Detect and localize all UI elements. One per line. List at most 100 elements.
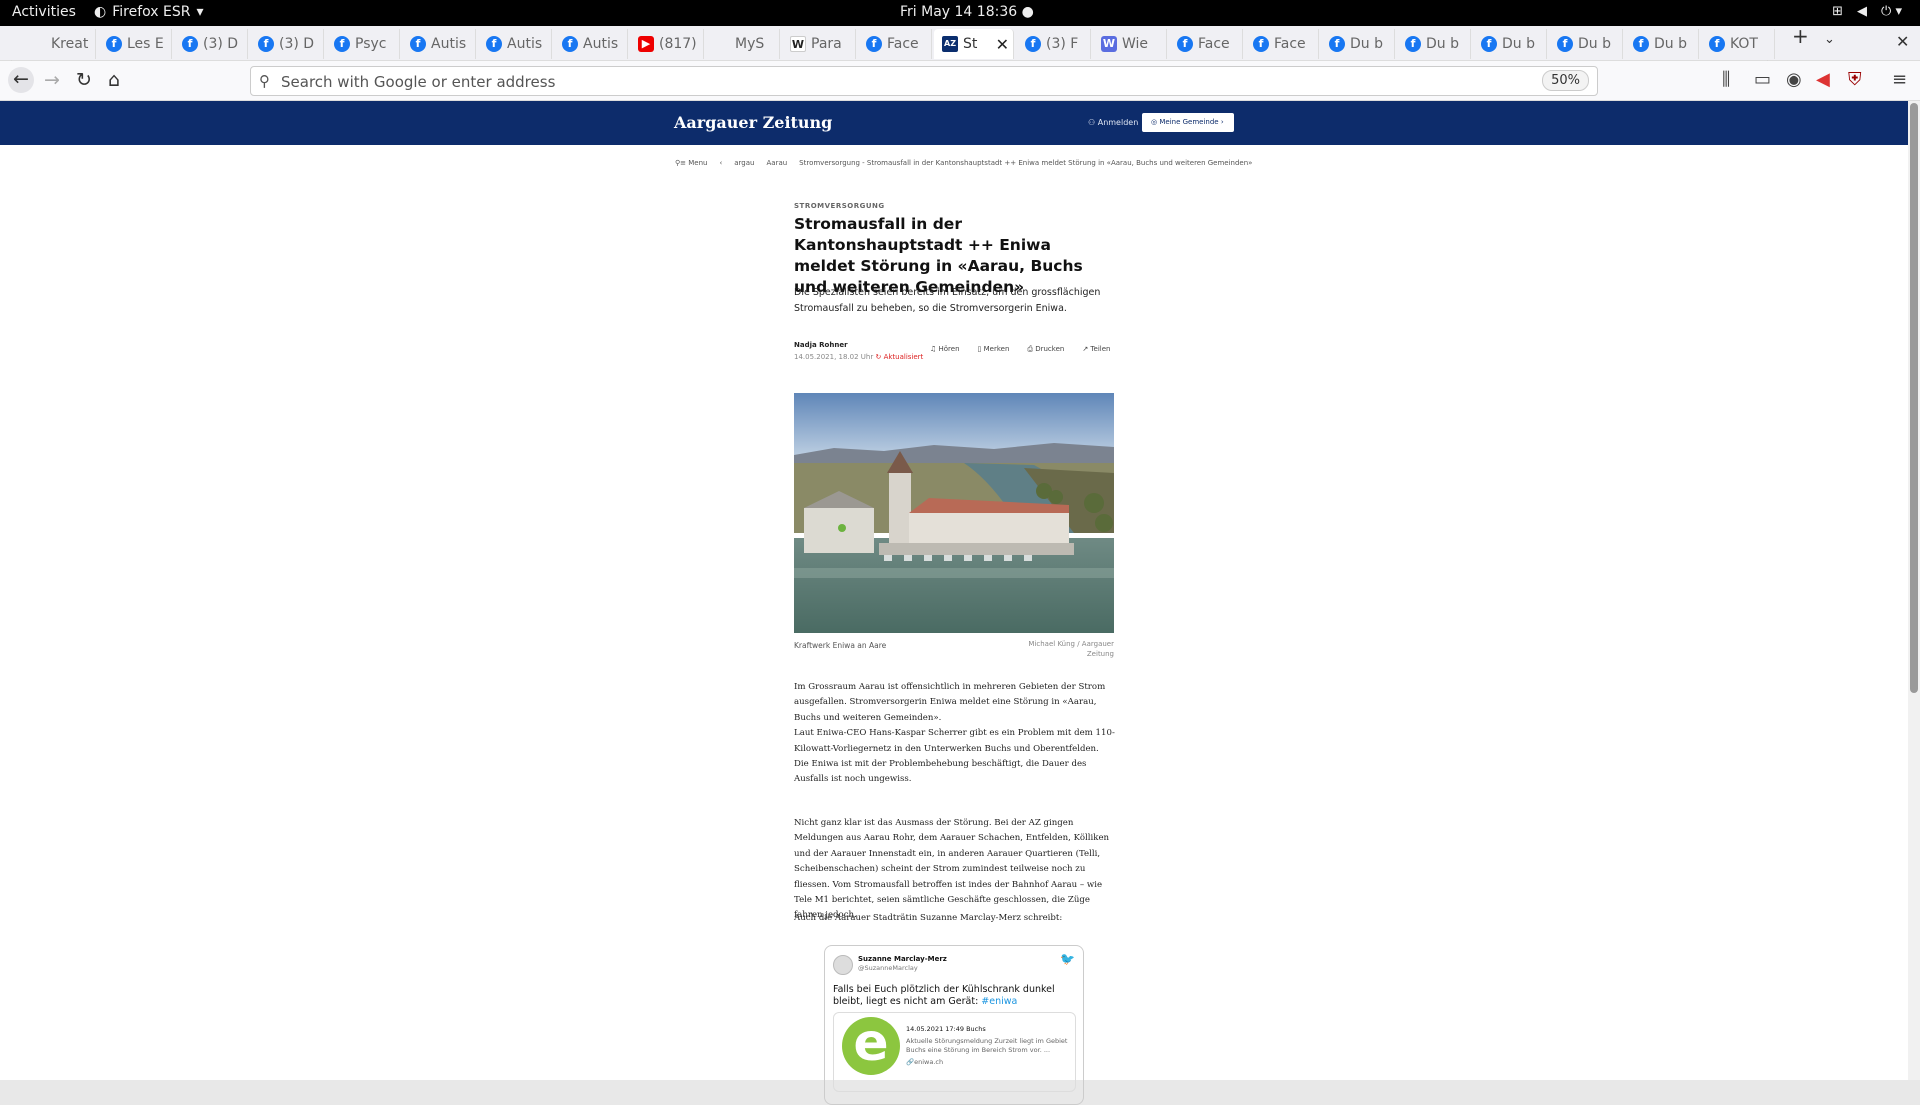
embedded-tweet[interactable]: Suzanne Marclay-Merz @SuzanneMarclay 🐦 F… xyxy=(824,945,1084,1105)
address-bar[interactable]: ⚲ Search with Google or enter address 50… xyxy=(250,66,1598,96)
facebook-favicon-icon: f xyxy=(1253,36,1269,52)
facebook-favicon-icon: f xyxy=(1481,36,1497,52)
tab-8[interactable]: ▶ (817) xyxy=(630,29,704,59)
tab-2[interactable]: f (3) D xyxy=(174,29,248,59)
new-tab-icon[interactable]: + xyxy=(1792,24,1809,48)
print-button[interactable]: ⎙ Drucken xyxy=(1027,345,1064,354)
tab-label: Wie xyxy=(1122,36,1149,52)
account-icon[interactable]: ◉ xyxy=(1786,69,1802,90)
listen-button[interactable]: ♫ Hören xyxy=(930,345,960,354)
publish-date: 14.05.2021, 18.02 Uhr ↻ Aktualisiert xyxy=(794,353,923,361)
tab-label: Du b xyxy=(1578,36,1611,52)
address-placeholder: Search with Google or enter address xyxy=(281,73,556,91)
tweet-text: Falls bei Euch plötzlich der Kühlschrank… xyxy=(833,984,1073,1008)
tab-label: Autis xyxy=(583,36,619,52)
clock[interactable]: Fri May 14 18:36 ● xyxy=(900,4,1034,20)
close-window-icon[interactable]: ✕ xyxy=(1896,32,1909,51)
updated-label: Aktualisiert xyxy=(883,353,924,361)
close-tab-icon[interactable]: ✕ xyxy=(996,35,1009,54)
breadcrumb-back-icon[interactable]: ‹ xyxy=(719,159,722,167)
sidebar-icon[interactable]: ▭ xyxy=(1754,69,1771,90)
tweet-author-handle[interactable]: @SuzanneMarclay xyxy=(858,964,918,972)
tab-21[interactable]: f Du b xyxy=(1625,29,1699,59)
twitter-bird-icon[interactable]: 🐦 xyxy=(1060,952,1075,966)
tab-7[interactable]: f Autis xyxy=(554,29,628,59)
tweet-body: Falls bei Euch plötzlich der Kühlschrank… xyxy=(833,984,1055,1007)
menu-icon[interactable]: ≡ xyxy=(1892,69,1907,90)
forward-icon[interactable]: → xyxy=(44,69,60,91)
tab-4[interactable]: f Psyc xyxy=(326,29,400,59)
tab-11[interactable]: f Face xyxy=(858,29,932,59)
tab-18[interactable]: f Du b xyxy=(1397,29,1471,59)
tab-14[interactable]: W Wie xyxy=(1093,29,1167,59)
facebook-favicon-icon: f xyxy=(1709,36,1725,52)
photo-credit: Michael Küng / Aargauer Zeitung xyxy=(1028,640,1114,658)
site-header: Aargauer Zeitung ⚇ Anmelden ◎ Meine Geme… xyxy=(0,101,1908,145)
avatar[interactable] xyxy=(833,955,853,975)
home-icon[interactable]: ⌂ xyxy=(108,69,120,91)
tab-label: St xyxy=(963,36,978,52)
wikipedia-favicon-icon: W xyxy=(790,36,806,52)
tab-13[interactable]: f (3) F xyxy=(1017,29,1091,59)
facebook-favicon-icon: f xyxy=(106,36,122,52)
extension-megaphone-icon[interactable]: ◀ xyxy=(1816,69,1830,90)
scrollbar-thumb[interactable] xyxy=(1910,103,1918,693)
tab-label: Autis xyxy=(507,36,543,52)
link-card[interactable]: e 14.05.2021 17:49 Buchs Aktuelle Störun… xyxy=(833,1012,1076,1092)
print-label: Drucken xyxy=(1035,345,1065,353)
tab-16[interactable]: f Face xyxy=(1245,29,1319,59)
back-icon[interactable]: ← xyxy=(8,67,34,93)
tab-0[interactable]: Kreat xyxy=(22,29,96,59)
author-name[interactable]: Nadja Rohner xyxy=(794,341,848,349)
tab-10[interactable]: W Para xyxy=(782,29,856,59)
facebook-favicon-icon: f xyxy=(866,36,882,52)
tab-19[interactable]: f Du b xyxy=(1473,29,1547,59)
tab-17[interactable]: f Du b xyxy=(1321,29,1395,59)
tab-6[interactable]: f Autis xyxy=(478,29,552,59)
tab-label: Para xyxy=(811,36,842,52)
tab-label: Du b xyxy=(1350,36,1383,52)
search-icon: ⚲ xyxy=(259,72,270,90)
clock-label: Fri May 14 18:36 xyxy=(900,4,1018,20)
card-title: 14.05.2021 17:49 Buchs xyxy=(906,1025,986,1033)
zoom-reset-button[interactable]: 50% xyxy=(1542,70,1589,91)
list-all-tabs-icon[interactable]: ⌄ xyxy=(1824,32,1835,47)
blank-favicon-icon xyxy=(30,36,46,52)
tab-15[interactable]: f Face xyxy=(1169,29,1243,59)
tab-3[interactable]: f (3) D xyxy=(250,29,324,59)
tweet-author-name[interactable]: Suzanne Marclay-Merz xyxy=(858,955,947,963)
tab-label: Les E xyxy=(127,36,164,52)
ublock-icon[interactable]: ⛨ xyxy=(1848,69,1862,90)
tab-9[interactable]: MyS xyxy=(706,29,780,59)
share-button[interactable]: ↗ Teilen xyxy=(1082,345,1110,354)
bookmark-label: Merken xyxy=(983,345,1010,353)
app-menu[interactable]: ◐ Firefox ESR ▾ xyxy=(94,4,204,20)
system-tray[interactable]: ⊞ ◀ ⏻ ▾ xyxy=(1832,4,1902,19)
navigation-toolbar: ← → ↻ ⌂ ⚲ Search with Google or enter ad… xyxy=(0,61,1920,101)
tab-label: Du b xyxy=(1502,36,1535,52)
site-logo[interactable]: Aargauer Zeitung xyxy=(674,113,832,132)
updated-badge[interactable]: ↻ Aktualisiert xyxy=(875,353,923,361)
article-photo[interactable] xyxy=(794,393,1114,633)
tab-5[interactable]: f Autis xyxy=(402,29,476,59)
user-icon: ⚇ xyxy=(1088,118,1098,127)
tab-label: Psyc xyxy=(355,36,387,52)
tab-12[interactable]: AZ St ✕ xyxy=(934,29,1014,59)
breadcrumb-item-aarau[interactable]: Aarau xyxy=(766,159,787,167)
bookmark-button[interactable]: ▯ Merken xyxy=(978,345,1010,354)
paragraph-2: Nicht ganz klar ist das Ausmass der Stör… xyxy=(794,818,1110,921)
tab-label: Face xyxy=(887,36,919,52)
my-community-button[interactable]: ◎ Meine Gemeinde › xyxy=(1142,113,1234,132)
login-link[interactable]: ⚇ Anmelden xyxy=(1088,118,1138,127)
breadcrumb-item-region[interactable]: argau xyxy=(734,159,754,167)
activities-button[interactable]: Activities xyxy=(12,4,76,20)
tab-20[interactable]: f Du b xyxy=(1549,29,1623,59)
tab-22[interactable]: f KOT xyxy=(1701,29,1775,59)
page-scrollbar[interactable] xyxy=(1908,101,1920,1080)
menu-button[interactable]: ⚲≡ Menu xyxy=(675,159,707,167)
tab-1[interactable]: f Les E xyxy=(98,29,172,59)
reload-icon[interactable]: ↻ xyxy=(76,69,92,91)
card-description: Aktuelle Störungsmeldung Zurzeit liegt i… xyxy=(906,1037,1068,1054)
library-icon[interactable]: ⫼ xyxy=(1722,69,1730,90)
tweet-hashtag[interactable]: #eniwa xyxy=(981,996,1017,1007)
